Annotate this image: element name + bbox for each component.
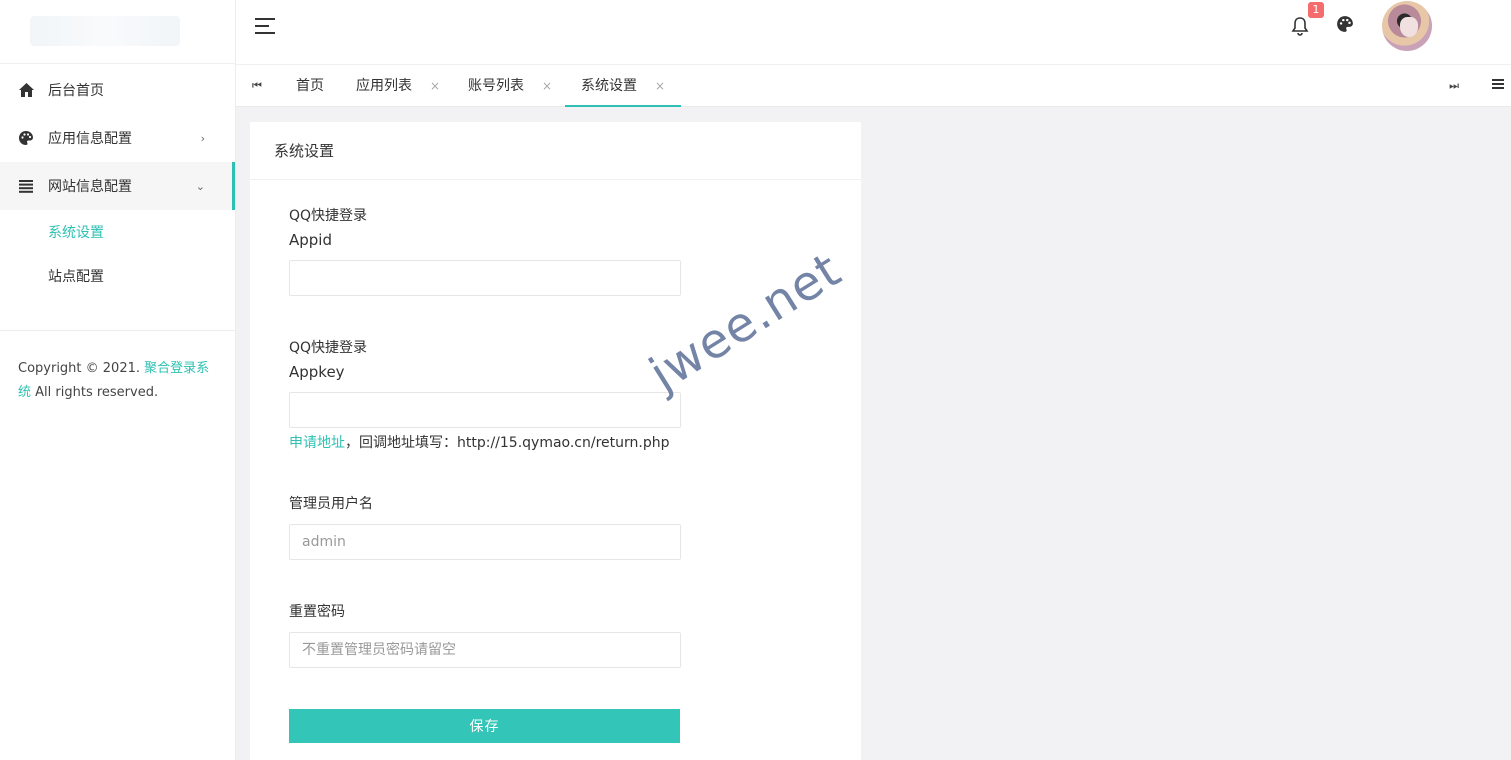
settings-card: 系统设置 QQ快捷登录 Appid QQ快捷登录 Appkey 申请地址，回调地… (250, 122, 861, 760)
logo[interactable] (0, 0, 235, 64)
card-title: 系统设置 (250, 122, 861, 180)
theme-palette-icon[interactable] (1336, 15, 1356, 35)
appkey-label-2: Appkey (289, 363, 345, 381)
bell-icon[interactable] (1291, 16, 1309, 36)
tab-account-list[interactable]: 账号列表 × (468, 65, 552, 107)
sidebar-item-app-config[interactable]: 应用信息配置 › (0, 114, 235, 162)
chevron-right-icon: › (200, 131, 205, 145)
sidebar: 后台首页 应用信息配置 › 网站信息配置 ⌄ 系统设置 站点配置 Copyrig… (0, 0, 236, 760)
rights-text: All rights reserved. (35, 385, 159, 400)
sidebar-item-label: 应用信息配置 (48, 131, 132, 147)
tab-label: 系统设置 (581, 78, 637, 94)
tab-label: 账号列表 (468, 78, 524, 94)
callback-hint: 申请地址，回调地址填写：http://15.qymao.cn/return.ph… (289, 432, 670, 452)
tab-menu-icon[interactable] (1492, 79, 1504, 91)
appid-input[interactable] (289, 260, 681, 296)
appkey-label-1: QQ快捷登录 (289, 340, 368, 356)
appid-label-2: Appid (289, 231, 332, 249)
copyright-text: Copyright © 2021. (18, 361, 141, 376)
close-icon[interactable]: × (655, 79, 665, 93)
save-button[interactable]: 保存 (289, 709, 680, 743)
sidebar-item-label: 后台首页 (48, 83, 104, 99)
tab-label: 首页 (296, 78, 324, 94)
close-icon[interactable]: × (430, 79, 440, 93)
sidebar-subitem-system-settings[interactable]: 系统设置 (0, 210, 235, 254)
chevron-down-icon: ⌄ (195, 179, 205, 193)
tab-app-list[interactable]: 应用列表 × (356, 65, 440, 107)
callback-text: ，回调地址填写：http://15.qymao.cn/return.php (345, 435, 670, 451)
tabs-bar: ⏮ 首页 应用列表 × 账号列表 × 系统设置 × ⏭ (236, 64, 1511, 107)
username-label: 管理员用户名 (289, 496, 373, 512)
sidebar-item-home[interactable]: 后台首页 (0, 66, 235, 114)
tab-home[interactable]: 首页 (296, 65, 324, 107)
tab-label: 应用列表 (356, 78, 412, 94)
sidebar-subitem-site-config[interactable]: 站点配置 (0, 254, 235, 298)
close-icon[interactable]: × (542, 79, 552, 93)
notification-badge: 1 (1308, 2, 1324, 18)
list-icon (18, 178, 34, 194)
password-label: 重置密码 (289, 604, 345, 620)
top-header: 1 (236, 0, 1511, 64)
username-input[interactable] (289, 524, 681, 560)
home-icon (18, 82, 34, 98)
appid-label-1: QQ快捷登录 (289, 208, 368, 224)
palette-icon (18, 130, 34, 146)
sidebar-item-label: 网站信息配置 (48, 179, 132, 195)
appkey-input[interactable] (289, 392, 681, 428)
sidebar-footer: Copyright © 2021. 聚合登录系统 All rights rese… (0, 330, 235, 405)
tab-system-settings[interactable]: 系统设置 × (565, 65, 682, 107)
avatar[interactable] (1382, 1, 1432, 51)
password-input[interactable] (289, 632, 681, 668)
tab-scroll-right-icon[interactable]: ⏭ (1449, 79, 1459, 93)
sidebar-item-site-config[interactable]: 网站信息配置 ⌄ (0, 162, 235, 210)
menu-toggle-icon[interactable] (255, 18, 275, 34)
sidebar-nav: 后台首页 应用信息配置 › 网站信息配置 ⌄ 系统设置 站点配置 (0, 64, 235, 298)
apply-link[interactable]: 申请地址 (289, 435, 345, 451)
tab-scroll-left-icon[interactable]: ⏮ (252, 79, 262, 93)
